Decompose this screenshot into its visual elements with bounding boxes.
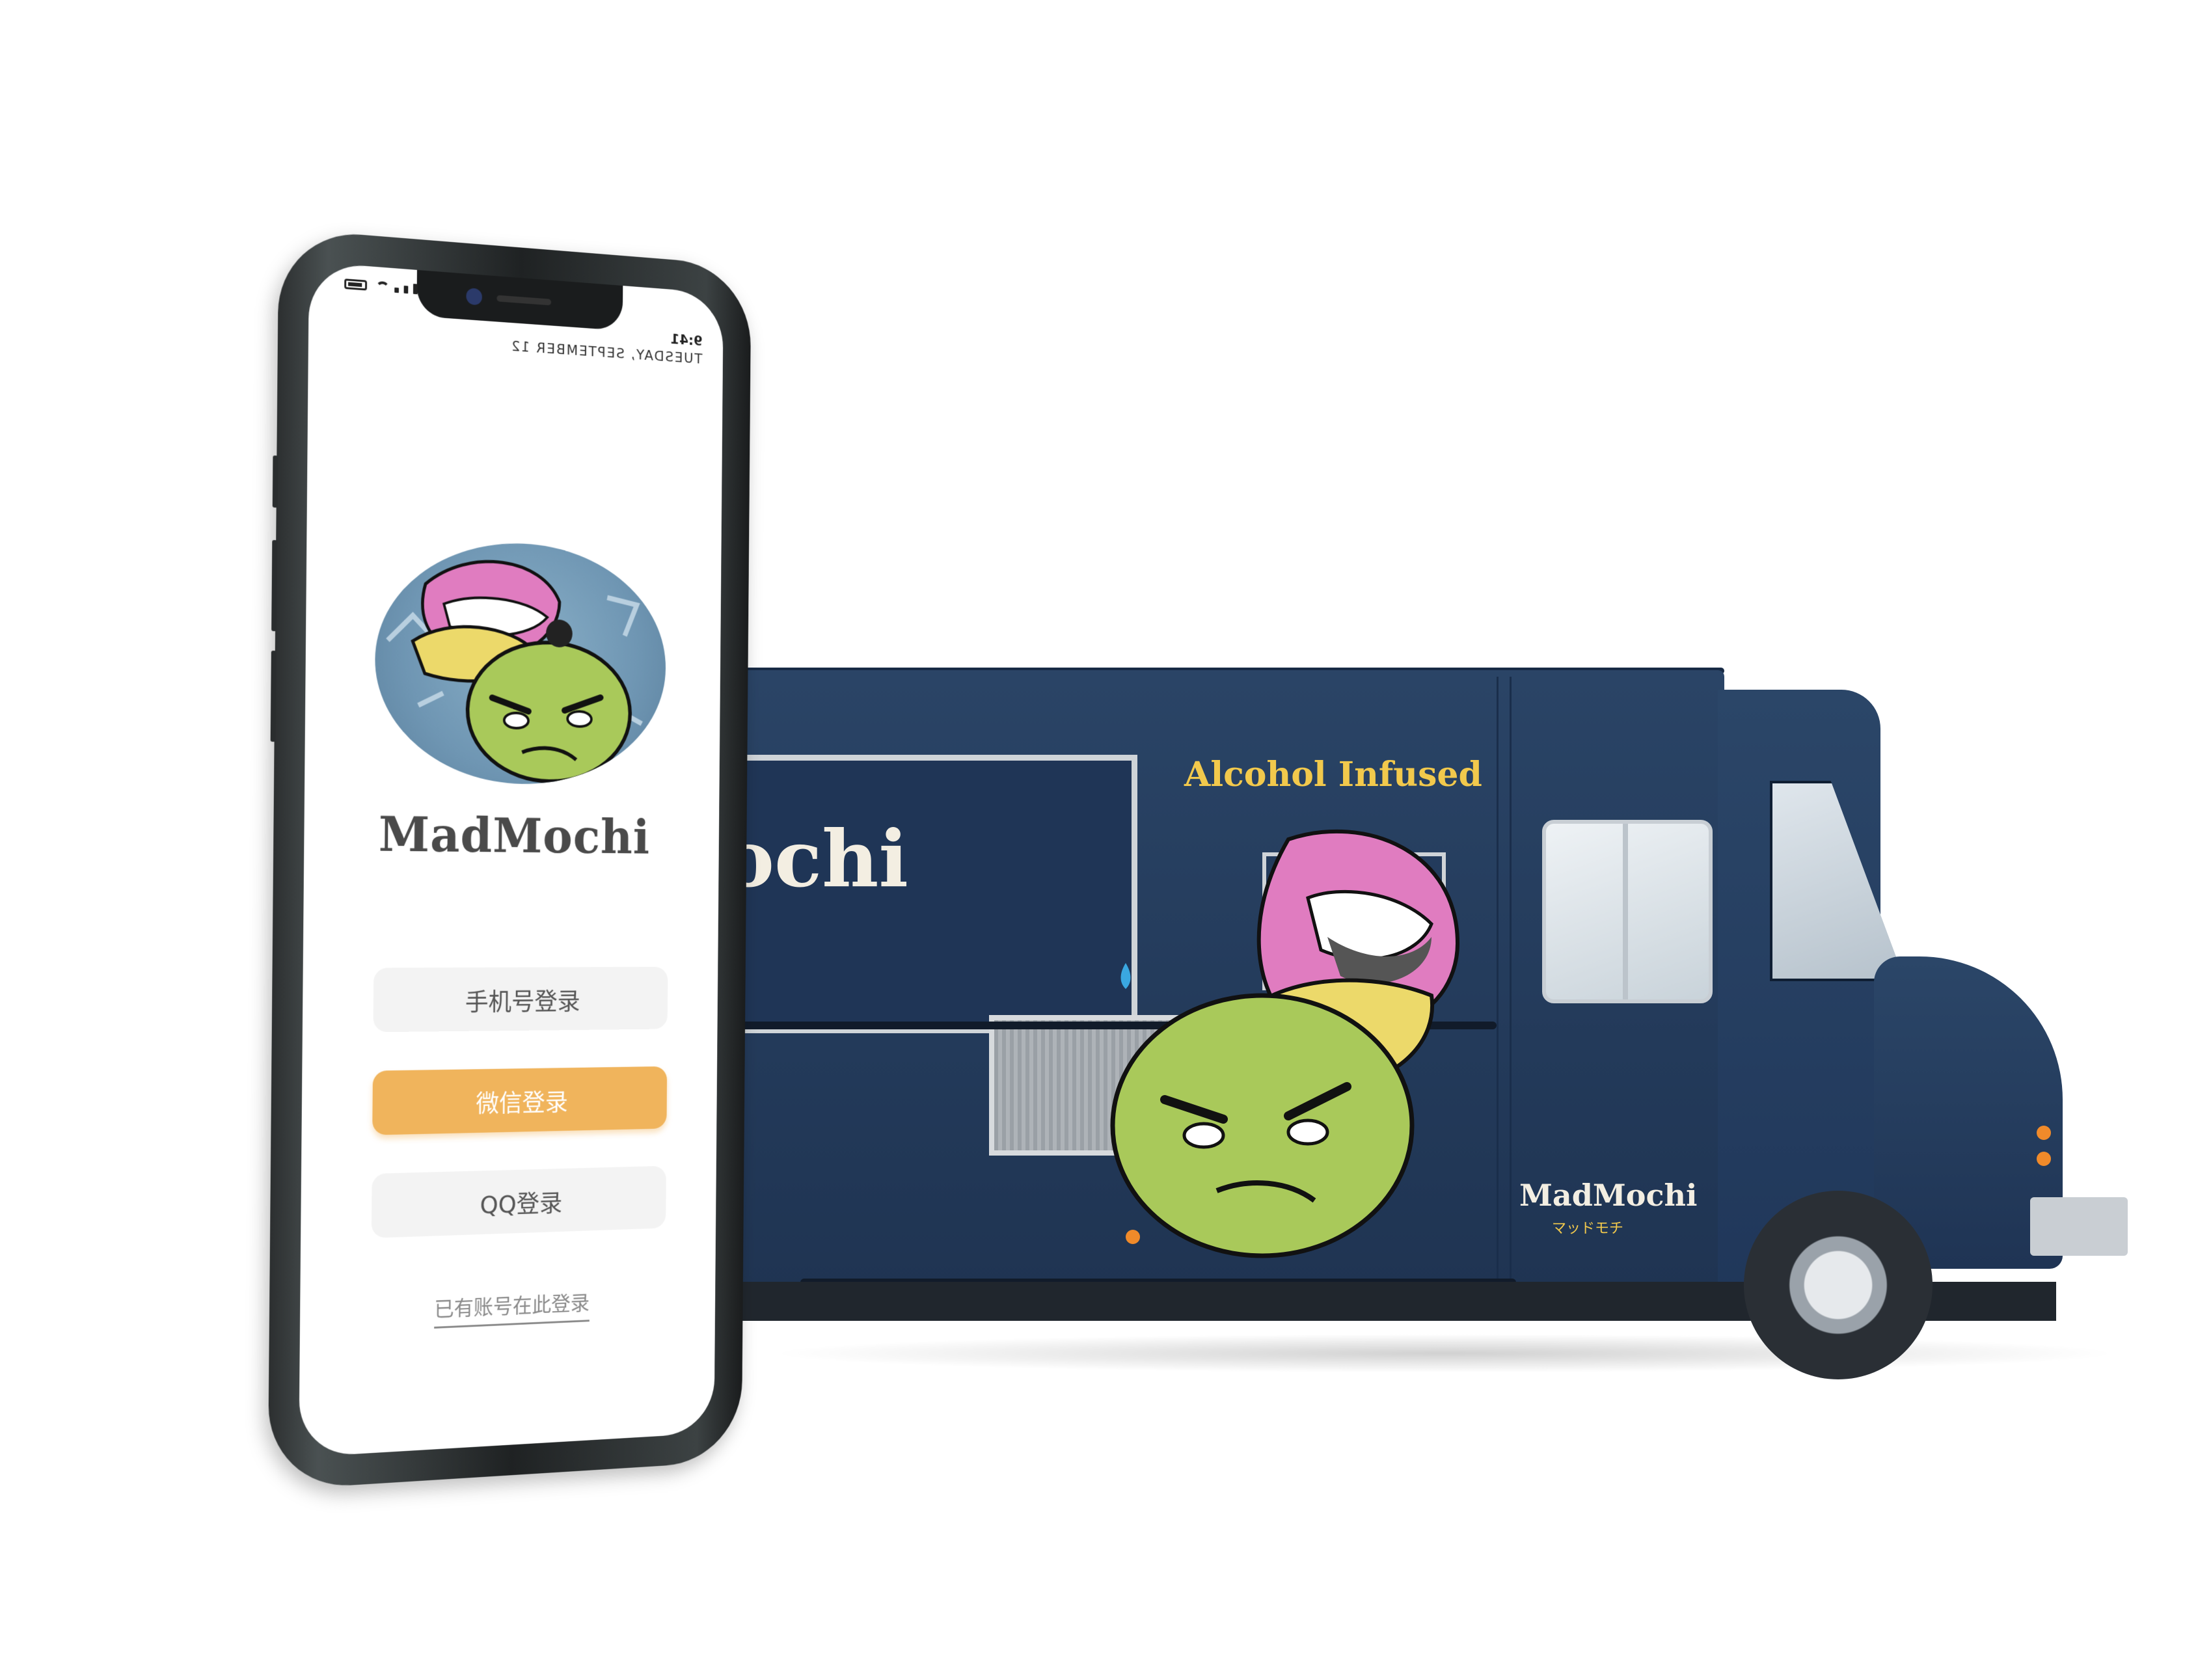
truck-bumper — [2030, 1197, 2128, 1256]
wifi-icon — [375, 281, 389, 292]
phone-mockup: 9:41 TUESDAY, SEPTEMBER 12 MadMochi 手机号登… — [267, 228, 752, 1491]
truck-rear-brand: MadMochi — [1519, 1178, 1698, 1213]
signal-icon — [394, 287, 399, 293]
battery-icon — [344, 278, 368, 291]
truck-mochi-eye-right — [1286, 1118, 1329, 1146]
phone-mute-switch — [272, 455, 278, 508]
truck-slogan: Alcohol Infused — [1184, 755, 1482, 794]
phone-volume-down — [270, 650, 277, 742]
truck-shadow — [768, 1334, 2121, 1373]
truck-side-brand: ochi — [722, 813, 908, 905]
login-screen: 9:41 TUESDAY, SEPTEMBER 12 MadMochi 手机号登… — [299, 262, 724, 1457]
truck-mochi-face — [1110, 993, 1415, 1258]
signal-icon — [403, 285, 409, 294]
truck-rear-brand-sub: マッドモチ — [1552, 1221, 1624, 1237]
phone-volume-up — [271, 539, 278, 632]
status-icons — [340, 278, 418, 295]
signal-icon — [413, 284, 418, 295]
logo-mochi-face — [467, 640, 631, 783]
phone-login-button[interactable]: 手机号登录 — [373, 966, 668, 1033]
truck-front-wheel — [1744, 1191, 1933, 1379]
mockup-scene: ochi Alcohol Infused MadMochi マッドモチ 9:41… — [0, 0, 2198, 1680]
mascot-logo-graphic — [374, 537, 667, 787]
qq-login-button[interactable]: QQ登录 — [371, 1165, 666, 1238]
brand-logo — [373, 537, 667, 787]
app-brand-name: MadMochi — [378, 807, 651, 865]
truck-windshield — [1770, 781, 1905, 981]
logo-mochi-eye-left — [504, 712, 528, 728]
logo-mochi-eye-right — [567, 711, 591, 727]
truck-indicator-light — [2037, 1126, 2051, 1140]
truck-marker-light — [1126, 1230, 1140, 1244]
truck-indicator-light — [2037, 1152, 2051, 1166]
wechat-login-button[interactable]: 微信登录 — [372, 1066, 668, 1135]
truck-mochi-eye-left — [1182, 1122, 1225, 1149]
existing-account-link[interactable]: 已有账号在此登录 — [434, 1290, 590, 1329]
truck-sweat-drop — [1120, 963, 1131, 989]
food-truck-image: ochi Alcohol Infused MadMochi マッドモチ — [722, 657, 2128, 1405]
existing-account-row: 已有账号在此登录 — [300, 1282, 715, 1329]
